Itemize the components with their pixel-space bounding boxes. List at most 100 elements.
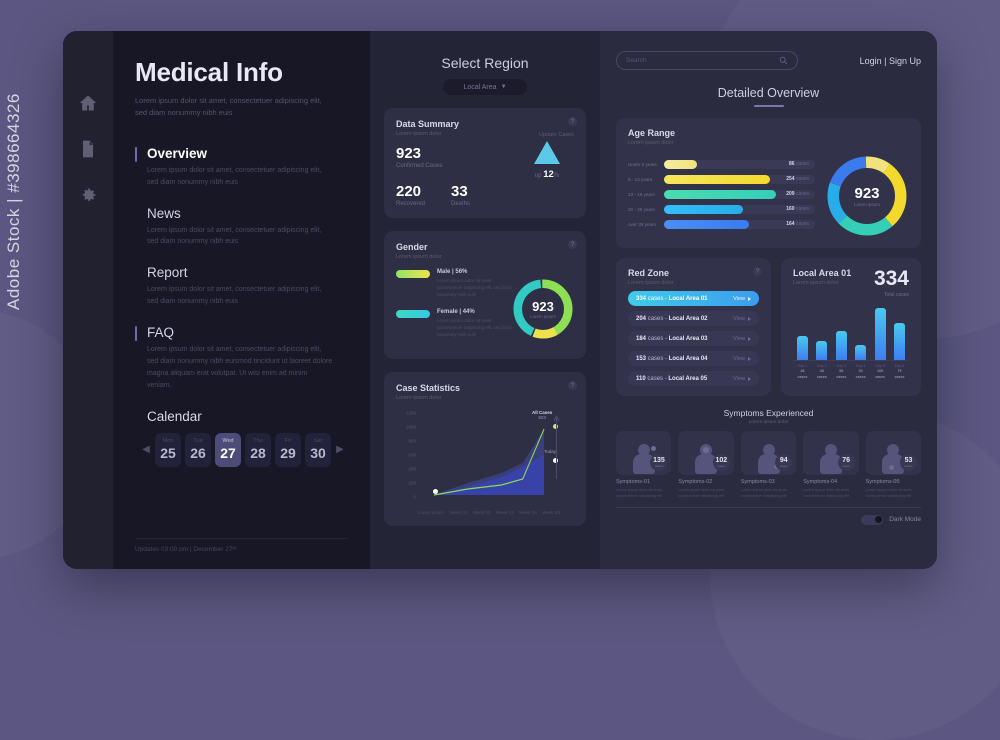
deaths-label: Deaths — [451, 201, 471, 207]
help-icon[interactable]: ? — [753, 267, 762, 276]
age-range-row: Under 5 years 86 cases — [628, 159, 815, 170]
male-desc: Lorem ipsum dolor sit amet, consectetuer… — [437, 278, 512, 298]
chevron-right-icon — [748, 296, 751, 301]
red-zone-row-selected[interactable]: 334 cases - Local Area 01 View — [628, 291, 759, 306]
symptom-item[interactable]: 135 cases Symptoms-01 Lorem ipsum dolor s… — [616, 431, 672, 500]
view-action[interactable]: View — [733, 316, 751, 322]
search-box[interactable] — [616, 51, 798, 70]
person-icon: 135 cases — [616, 431, 672, 475]
nav-desc: Lorem ipsum dolor sit amet, consectetuer… — [147, 226, 322, 246]
symptom-desc: Lorem ipsum dolor sit amet, consectetuer… — [740, 488, 788, 499]
confirmed-value: 923 — [396, 145, 422, 162]
card-title: Gender — [396, 242, 428, 252]
view-action[interactable]: View — [733, 336, 751, 342]
red-zone-row[interactable]: 184 cases - Local Area 03 View — [628, 331, 759, 346]
nav-active-bar — [135, 146, 137, 162]
card-title: Case Statistics — [396, 383, 461, 394]
gear-icon[interactable] — [78, 185, 98, 205]
symptom-name: Symptoms-03 — [740, 479, 775, 485]
local-area-x-axis: Day 1 48 cases Day 2 38 cases Day 3 58 case… — [793, 361, 909, 380]
dashboard-window: Medical Info Lorem ipsum dolor sit amet,… — [63, 31, 937, 569]
scroll-up-arrow-icon[interactable] — [553, 413, 560, 480]
calendar-strip: ◀ Mon 25 Tue 26 Wed 27 Thu 28 Fri 29 Sat… — [135, 432, 348, 467]
x-tick: Week 01 — [449, 510, 468, 516]
card-subtitle: Lorem ipsum dolor — [793, 280, 839, 286]
calendar-next-button[interactable]: ▶ — [335, 444, 345, 455]
symptom-item[interactable]: 76 cases Symptoms-04 Lorem ipsum dolor si… — [803, 431, 859, 500]
symptom-name: Symptoms-04 — [803, 479, 838, 485]
age-range-bar — [664, 174, 770, 184]
red-zone-row[interactable]: 153 cases - Local Area 04 View — [628, 351, 759, 366]
nav-item-overview[interactable]: Overview Lorem ipsum dolor sit amet, con… — [135, 146, 348, 189]
legend-item-male: Male | 56% Lorem ipsum dolor sit amet, c… — [396, 269, 512, 299]
symptom-name: Symptoms-02 — [678, 479, 713, 485]
chevron-right-icon — [748, 316, 751, 321]
age-range-value: 86 cases — [788, 161, 809, 167]
symptom-desc: Lorem ipsum dolor sit amet, consectetuer… — [803, 488, 851, 499]
region-value: Local Area — [463, 83, 497, 91]
view-action[interactable]: View — [733, 376, 751, 382]
symptom-item[interactable]: 102 cases Symptoms-02 Lorem ipsum dolor s… — [678, 431, 734, 500]
y-tick: 400 — [408, 466, 416, 472]
local-area-card: Local Area 01 Lorem ipsum dolor 334 Tota… — [781, 258, 921, 396]
donut-center-label: Lorem ipsum — [529, 313, 556, 319]
calendar-day[interactable]: Fri 29 — [275, 432, 301, 467]
data-summary-card: ? Data Summary Lorem ipsum dolor Update … — [384, 108, 586, 218]
symptom-item[interactable]: 53 cases Symptoms-05 Lorem ipsum dolor si… — [865, 431, 922, 500]
bar-label: Day 5 105 cases — [875, 364, 886, 379]
symptom-item[interactable]: 94 cases Symptoms-03 Lorem ipsum dolor si… — [740, 431, 797, 500]
card-title: Red Zone — [628, 268, 670, 278]
age-range-label: 20 - 35 years — [628, 206, 655, 212]
plot-area: All Cases 923 Today — [418, 410, 560, 497]
help-icon[interactable]: ? — [568, 117, 577, 126]
bar-label: Day 6 75 cases — [894, 364, 905, 379]
dark-mode-toggle[interactable] — [861, 514, 884, 525]
nav-item-report[interactable]: Report Lorem ipsum dolor sit amet, conse… — [135, 265, 348, 308]
male-color-swatch — [396, 270, 430, 278]
document-icon[interactable] — [78, 139, 98, 159]
age-range-bar — [664, 189, 776, 199]
calendar-day-dow: Thu — [253, 438, 263, 445]
help-icon[interactable]: ? — [568, 381, 577, 391]
age-range-track: 209 cases — [664, 189, 815, 199]
bar-day-2 — [816, 341, 828, 360]
case-statistics-chart: 1200 1000 800 600 400 200 0 All Cases 92… — [396, 410, 574, 516]
symptom-badge: 94 cases — [775, 454, 793, 471]
login-signup-link[interactable]: Login | Sign Up — [860, 56, 921, 66]
red-zone-row[interactable]: 204 cases - Local Area 02 View — [628, 311, 759, 326]
local-area-bar-chart — [793, 305, 909, 361]
search-input[interactable] — [626, 57, 779, 64]
calendar-day-selected[interactable]: Wed 27 — [215, 432, 241, 467]
select-region-title: Select Region — [441, 55, 529, 71]
calendar-day[interactable]: Thu 28 — [245, 432, 271, 467]
calendar-prev-button[interactable]: ◀ — [141, 444, 151, 455]
home-icon[interactable] — [78, 93, 98, 113]
card-subtitle: Lorem ipsum dolor — [628, 280, 674, 286]
person-icon: 76 cases — [803, 431, 859, 475]
bar-label: Day 1 48 cases — [797, 364, 808, 379]
detailed-overview-title: Detailed Overview — [616, 86, 921, 107]
view-action[interactable]: View — [733, 296, 751, 302]
icon-rail — [63, 31, 113, 569]
red-zone-card: ? Red Zone Lorem ipsum dolor 334 cases -… — [616, 258, 771, 396]
nav-label: Report — [147, 265, 188, 281]
recovered-value: 220 — [396, 183, 422, 200]
calendar-day[interactable]: Sat 30 — [305, 432, 331, 467]
age-range-row: 20 - 35 years 160 cases — [628, 204, 815, 215]
trend-readout: up 12% — [520, 169, 574, 180]
help-icon[interactable]: ? — [568, 240, 577, 249]
case-statistics-card: ? Case Statistics Lorem ipsum dolor 1200… — [384, 372, 586, 527]
nav-desc: Lorem ipsum dolor sit amet, consectetuer… — [147, 166, 322, 186]
nav-item-faq[interactable]: FAQ Lorem ipsum dolor sit amet, consecte… — [135, 325, 348, 392]
red-zone-row[interactable]: 110 cases - Local Area 05 View — [628, 371, 759, 386]
calendar-day[interactable]: Mon 25 — [155, 432, 181, 467]
view-action[interactable]: View — [733, 356, 751, 362]
chevron-right-icon — [748, 336, 751, 341]
region-dropdown[interactable]: Local Area ▼ — [443, 79, 527, 95]
nav-item-news[interactable]: News Lorem ipsum dolor sit amet, consect… — [135, 206, 348, 249]
age-range-label: Under 5 years — [628, 161, 657, 167]
calendar-day-number: 25 — [160, 445, 176, 462]
donut-center: 923 Lorem ipsum — [839, 168, 895, 224]
calendar-day[interactable]: Tue 26 — [185, 432, 211, 467]
dark-mode-label: Dark Mode — [889, 516, 921, 523]
